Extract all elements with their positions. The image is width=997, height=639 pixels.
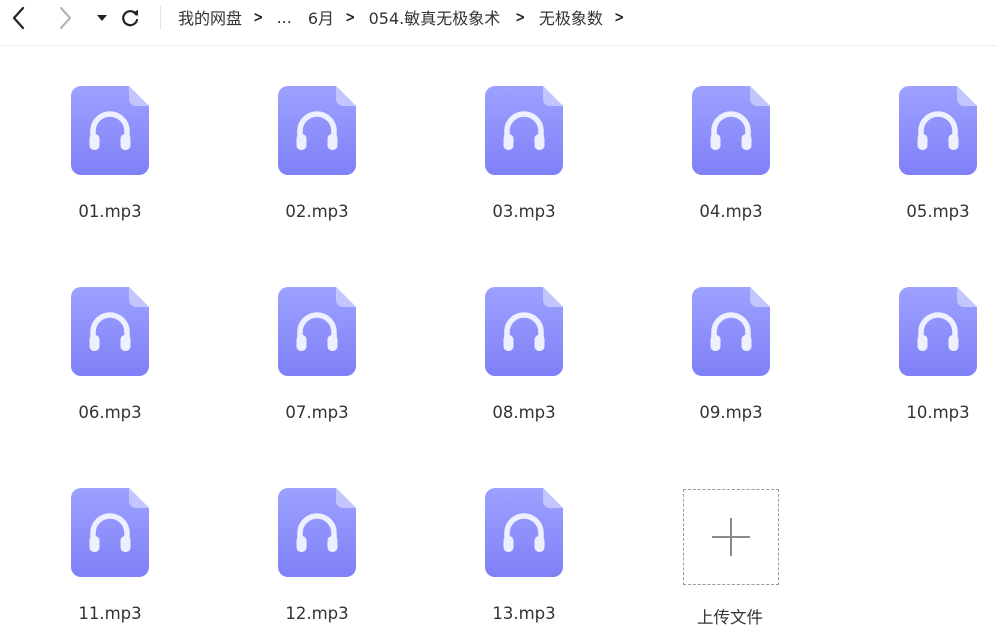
audio-file-icon <box>899 86 977 175</box>
file-item[interactable]: 03.mp3 <box>449 46 599 221</box>
file-item[interactable]: 13.mp3 <box>449 448 599 623</box>
file-name: 10.mp3 <box>906 403 970 422</box>
breadcrumb-item-ellipsis[interactable]: ... <box>277 8 292 27</box>
audio-file-icon <box>485 287 563 376</box>
audio-file-icon <box>485 86 563 175</box>
file-name: 06.mp3 <box>78 403 142 422</box>
audio-file-icon <box>692 287 770 376</box>
file-name: 05.mp3 <box>906 202 970 221</box>
audio-file-icon <box>71 488 149 577</box>
file-item[interactable]: 09.mp3 <box>656 247 806 422</box>
audio-file-icon <box>278 287 356 376</box>
file-name: 11.mp3 <box>78 604 142 623</box>
toolbar-divider <box>160 6 161 30</box>
audio-file-icon <box>485 488 563 577</box>
breadcrumb-item-my-drive[interactable]: 我的网盘 <box>178 5 242 29</box>
upload-dropzone[interactable] <box>683 489 779 585</box>
file-item[interactable]: 12.mp3 <box>242 448 392 623</box>
audio-file-icon <box>692 86 770 175</box>
breadcrumb-separator: > <box>515 8 526 26</box>
file-name: 04.mp3 <box>699 202 763 221</box>
file-item[interactable]: 11.mp3 <box>35 448 185 623</box>
caret-down-icon <box>97 15 107 21</box>
file-item[interactable]: 02.mp3 <box>242 46 392 221</box>
breadcrumb-separator: > <box>345 8 356 26</box>
file-name: 03.mp3 <box>492 202 556 221</box>
history-dropdown-button[interactable] <box>89 5 115 31</box>
file-item[interactable]: 05.mp3 <box>846 46 996 221</box>
file-item[interactable]: 07.mp3 <box>242 247 392 422</box>
breadcrumb-separator: > <box>614 8 625 26</box>
breadcrumb: 我的网盘 > ... 6月 > 054.敏真无极象术 > 无极象数 > <box>178 4 637 30</box>
breadcrumb-item-june[interactable]: 6月 <box>308 5 334 29</box>
file-name: 09.mp3 <box>699 403 763 422</box>
audio-file-icon <box>71 86 149 175</box>
file-name: 08.mp3 <box>492 403 556 422</box>
audio-file-icon <box>71 287 149 376</box>
file-name: 01.mp3 <box>78 202 142 221</box>
refresh-icon <box>122 9 139 27</box>
file-item[interactable]: 06.mp3 <box>35 247 185 422</box>
file-item[interactable]: 08.mp3 <box>449 247 599 422</box>
audio-file-icon <box>278 86 356 175</box>
file-item[interactable]: 01.mp3 <box>35 46 185 221</box>
file-name: 02.mp3 <box>285 202 349 221</box>
audio-file-icon <box>278 488 356 577</box>
chevron-left-icon <box>12 6 25 30</box>
plus-icon <box>712 518 750 556</box>
breadcrumb-item-folder[interactable]: 054.敏真无极象术 <box>369 5 501 29</box>
file-item[interactable]: 10.mp3 <box>846 247 996 422</box>
file-name: 07.mp3 <box>285 403 349 422</box>
upload-file-button[interactable]: 上传文件 <box>655 448 805 627</box>
refresh-button[interactable] <box>117 5 143 31</box>
file-name: 12.mp3 <box>285 604 349 623</box>
audio-file-icon <box>899 287 977 376</box>
upload-label: 上传文件 <box>697 608 763 627</box>
back-button[interactable] <box>6 5 32 31</box>
chevron-right-icon <box>59 6 72 30</box>
file-item[interactable]: 04.mp3 <box>656 46 806 221</box>
toolbar: 我的网盘 > ... 6月 > 054.敏真无极象术 > 无极象数 > <box>0 0 997 46</box>
forward-button[interactable] <box>52 5 78 31</box>
breadcrumb-item-current[interactable]: 无极象数 <box>539 5 603 29</box>
breadcrumb-separator: > <box>253 8 264 26</box>
file-name: 13.mp3 <box>492 604 556 623</box>
